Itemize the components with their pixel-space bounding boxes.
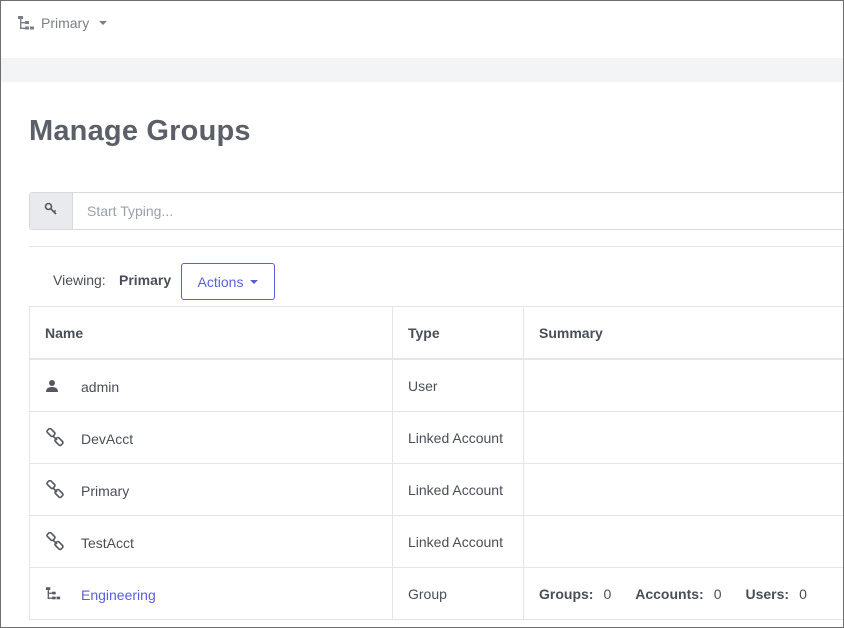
row-name: TestAcct: [81, 534, 134, 551]
summary-cell: Groups: 0 Accounts: 0 Users: 0: [524, 568, 843, 619]
viewing-value: Primary: [119, 272, 172, 288]
page-title: Manage Groups: [29, 115, 251, 147]
viewing-label: Viewing:: [53, 272, 106, 288]
type-cell: User: [393, 360, 524, 411]
name-cell: DevAcct: [30, 412, 393, 463]
name-cell: Primary: [30, 464, 393, 515]
name-cell: admin: [30, 360, 393, 411]
summary-accounts-value: 0: [713, 585, 722, 602]
row-name: admin: [81, 378, 120, 395]
top-bar: Primary: [1, 1, 843, 58]
hierarchy-icon: [45, 586, 65, 601]
org-switcher[interactable]: Primary: [17, 13, 108, 33]
summary-users-value: 0: [799, 585, 807, 602]
summary-accounts-label: Accounts:: [635, 585, 704, 602]
column-header-summary[interactable]: Summary: [524, 307, 843, 358]
actions-label: Actions: [197, 273, 244, 290]
table-row[interactable]: Primary Linked Account: [30, 464, 843, 516]
key-icon: [44, 202, 58, 221]
row-name: DevAcct: [81, 430, 134, 447]
header-band: [1, 58, 843, 82]
actions-dropdown-button[interactable]: Actions: [181, 263, 275, 300]
summary-cell: [524, 464, 843, 515]
summary-groups-label: Groups:: [539, 585, 594, 602]
chevron-down-icon: [250, 279, 259, 284]
group-link[interactable]: Engineering: [81, 585, 156, 603]
name-cell: Engineering: [30, 568, 393, 619]
chevron-down-icon: [99, 21, 108, 25]
chain-link-icon: [45, 479, 65, 500]
table-header-row: Name Type Summary: [30, 307, 843, 360]
table-row[interactable]: DevAcct Linked Account: [30, 412, 843, 464]
summary-users-label: Users:: [745, 585, 790, 602]
summary-cell: [524, 360, 843, 411]
table-row[interactable]: Engineering Group Groups: 0 Accounts: 0 …: [30, 568, 843, 620]
column-header-name[interactable]: Name: [30, 307, 393, 358]
chain-link-icon: [45, 531, 65, 552]
type-cell: Linked Account: [393, 464, 524, 515]
divider: [29, 246, 843, 247]
type-cell: Linked Account: [393, 516, 524, 567]
table-row[interactable]: TestAcct Linked Account: [30, 516, 843, 568]
search-button[interactable]: [30, 193, 73, 229]
search-input[interactable]: [73, 193, 843, 229]
search-bar: [29, 192, 843, 230]
main-content: Manage Groups Viewing: Primary Actions: [1, 82, 843, 627]
row-name: Primary: [81, 482, 130, 499]
summary-cell: [524, 412, 843, 463]
app-window: Primary Manage Groups Viewing: Primary: [0, 0, 844, 628]
user-icon: [45, 379, 65, 393]
name-cell: TestAcct: [30, 516, 393, 567]
hierarchy-icon: [17, 15, 35, 31]
summary-groups-value: 0: [603, 585, 612, 602]
org-switcher-label: Primary: [41, 15, 90, 31]
table-row[interactable]: admin User: [30, 360, 843, 412]
groups-table: Name Type Summary admin User DevAcct Lin…: [29, 306, 843, 620]
column-header-type[interactable]: Type: [393, 307, 524, 358]
summary-cell: [524, 516, 843, 567]
chain-link-icon: [45, 427, 65, 448]
type-cell: Group: [393, 568, 524, 619]
type-cell: Linked Account: [393, 412, 524, 463]
